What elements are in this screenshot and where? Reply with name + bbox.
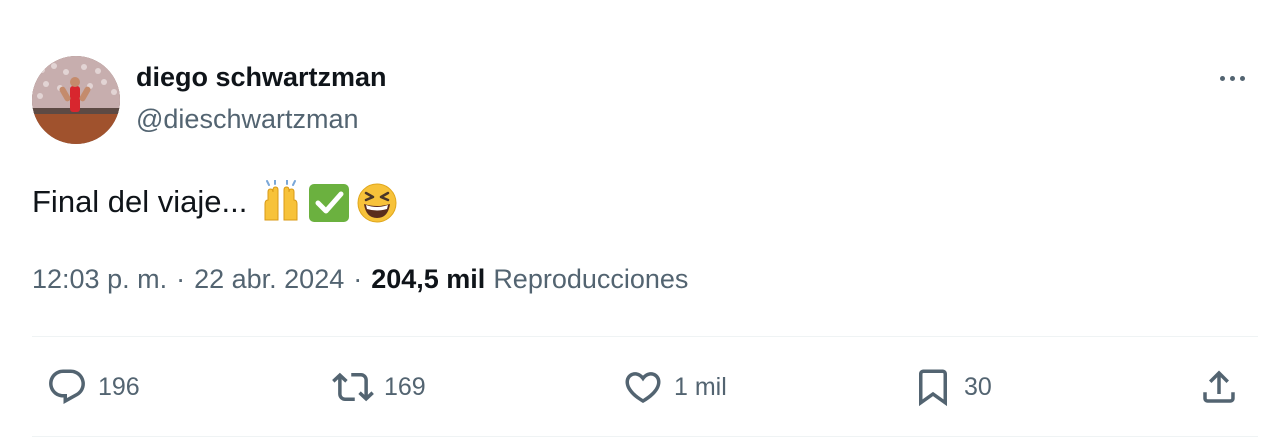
avatar[interactable] xyxy=(32,56,120,144)
more-dot xyxy=(1239,75,1245,81)
like-button[interactable]: 1 mil xyxy=(622,366,727,408)
action-bar: 196 169 1 mil 30 xyxy=(32,352,1258,422)
bookmark-count: 30 xyxy=(964,372,992,401)
divider xyxy=(32,336,1258,337)
bookmark-button[interactable]: 30 xyxy=(912,366,992,408)
reply-count: 196 xyxy=(98,372,140,401)
user-handle[interactable]: @dieschwartzman xyxy=(136,104,359,135)
share-button[interactable] xyxy=(1198,366,1240,408)
retweet-button[interactable]: 169 xyxy=(332,366,426,408)
meta-separator: · xyxy=(176,264,186,294)
avatar-image xyxy=(32,56,120,144)
views-count[interactable]: 204,5 mil xyxy=(371,264,485,295)
divider xyxy=(32,436,1258,437)
more-dot xyxy=(1229,75,1235,81)
tweet-card: diego schwartzman @dieschwartzman Final … xyxy=(0,0,1280,444)
reply-icon xyxy=(49,369,85,404)
meta-separator: · xyxy=(353,264,363,294)
like-icon xyxy=(625,372,661,404)
grinning-squinting-face-emoji xyxy=(357,183,397,223)
raising-hands-emoji xyxy=(264,180,298,221)
tweet-text: Final del viaje... xyxy=(32,180,399,224)
views-label[interactable]: Reproducciones xyxy=(493,264,688,295)
tweet-date[interactable]: 22 abr. 2024 xyxy=(194,264,344,295)
display-name[interactable]: diego schwartzman xyxy=(136,62,387,93)
tweet-time[interactable]: 12:03 p. m. xyxy=(32,264,167,295)
more-icon[interactable] xyxy=(1210,64,1254,92)
retweet-icon xyxy=(332,372,374,402)
tweet-metadata: 12:03 p. m. · 22 abr. 2024 · 204,5 mil R… xyxy=(32,264,688,295)
like-count: 1 mil xyxy=(674,372,727,401)
retweet-count: 169 xyxy=(384,372,426,401)
tweet-text-content: Final del viaje... xyxy=(32,184,248,219)
more-dot xyxy=(1219,75,1225,81)
bookmark-icon xyxy=(919,369,947,407)
check-mark-button-emoji xyxy=(309,184,350,222)
tweet-emojis xyxy=(259,180,399,224)
share-icon xyxy=(1203,370,1235,403)
reply-button[interactable]: 196 xyxy=(46,366,140,408)
